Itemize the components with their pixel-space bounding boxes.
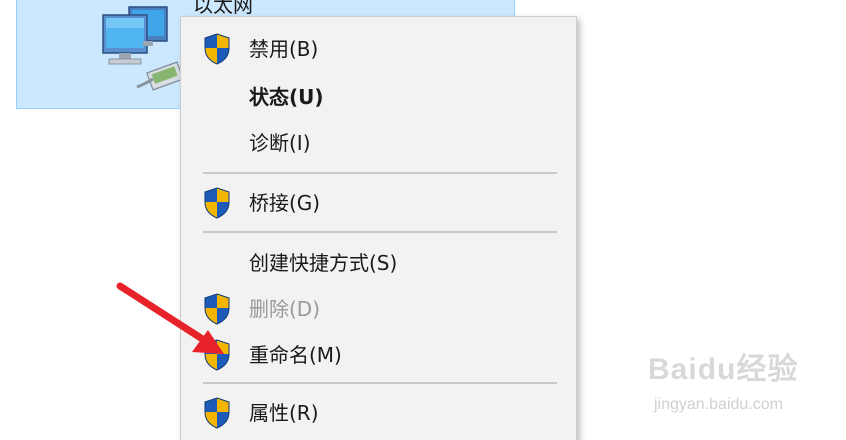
uac-shield-icon [204, 33, 230, 65]
watermark-url: jingyan.baidu.com [654, 396, 783, 413]
uac-shield-icon [204, 293, 230, 325]
watermark-brand: Baidu经验 [648, 344, 798, 388]
menu-item-bridge[interactable]: 桥接(G) [181, 181, 576, 225]
baidu-jingyan-watermark: Baidu经验 jingyan.baidu.com [648, 344, 828, 428]
menu-separator [203, 382, 557, 384]
menu-item-label: 重命名(M) [249, 343, 342, 367]
uac-shield-icon [204, 397, 230, 429]
screen: 以太网 禁用(B) 状态(U) 诊断(I) 桥接(G) 创建快捷方式(S) 删除… [0, 0, 846, 440]
menu-item-label: 创建快捷方式(S) [249, 251, 398, 275]
menu-item-diagnose[interactable]: 诊断(I) [181, 121, 576, 165]
menu-separator [203, 172, 557, 174]
menu-item-properties[interactable]: 属性(R) [181, 391, 576, 435]
menu-item-label: 桥接(G) [249, 191, 321, 215]
menu-item-status[interactable]: 状态(U) [181, 75, 576, 119]
watermark-brand-du: du [697, 353, 737, 386]
menu-item-create-shortcut[interactable]: 创建快捷方式(S) [181, 241, 576, 285]
uac-shield-icon [204, 339, 230, 371]
menu-item-label: 状态(U) [249, 85, 324, 109]
menu-item-label: 禁用(B) [249, 37, 319, 61]
watermark-brand-bai: Bai [648, 353, 698, 386]
uac-shield-icon [204, 187, 230, 219]
menu-item-label: 属性(R) [249, 401, 319, 425]
menu-item-delete: 删除(D) [181, 287, 576, 331]
menu-item-rename[interactable]: 重命名(M) [181, 333, 576, 377]
context-menu: 禁用(B) 状态(U) 诊断(I) 桥接(G) 创建快捷方式(S) 删除(D) … [180, 16, 577, 440]
menu-separator [203, 231, 557, 233]
menu-item-label: 删除(D) [249, 297, 321, 321]
watermark-brand-jingyan: 经验 [736, 353, 799, 386]
menu-item-label: 诊断(I) [249, 131, 311, 155]
menu-item-disable[interactable]: 禁用(B) [181, 27, 576, 71]
